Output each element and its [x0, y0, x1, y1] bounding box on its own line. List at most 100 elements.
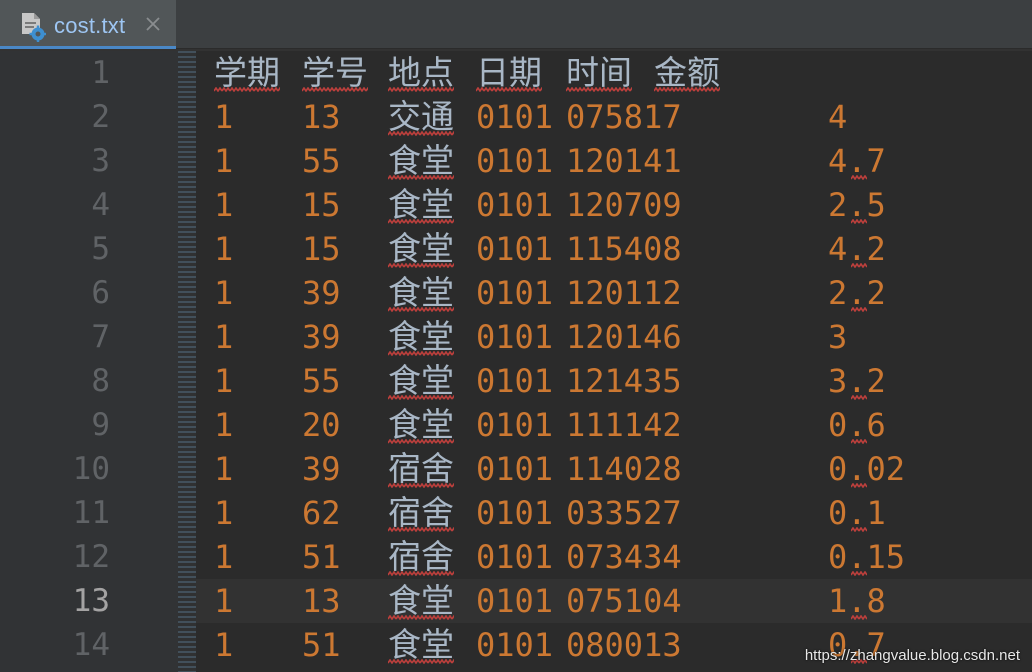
data-cell: 114028	[566, 450, 682, 488]
data-cell: 120146	[566, 318, 682, 356]
data-cell: 1	[214, 142, 234, 180]
spellcheck-underline	[388, 263, 454, 268]
line-number: 4	[91, 187, 110, 223]
data-cell: 1	[214, 186, 234, 224]
spellcheck-underline	[388, 87, 454, 92]
spellcheck-underline	[388, 351, 454, 356]
data-cell: 39	[302, 318, 341, 356]
spellcheck-underline	[851, 439, 868, 444]
data-cell: 075104	[566, 582, 682, 620]
data-cell: 食堂	[388, 317, 454, 356]
data-cell: 1	[214, 450, 234, 488]
spellcheck-underline	[388, 307, 454, 312]
header-cell: 日期	[476, 53, 542, 92]
data-cell: 20	[302, 406, 341, 444]
line-number: 2	[91, 99, 110, 135]
data-cell: 1	[214, 626, 234, 664]
text-line[interactable]: 1 55 食堂 0101 121435 3.2	[196, 359, 1032, 403]
line-number: 1	[91, 55, 110, 91]
line-number: 10	[72, 451, 110, 487]
text-line[interactable]: 1 39 食堂 0101 120146 3	[196, 315, 1032, 359]
spellcheck-underline	[566, 87, 632, 92]
spellcheck-underline	[388, 615, 454, 620]
data-cell: 宿舍	[388, 449, 454, 488]
data-cell: 120709	[566, 186, 682, 224]
data-cell: 15	[302, 186, 341, 224]
data-cell: 0101	[476, 626, 554, 664]
line-number: 14	[72, 627, 110, 663]
data-cell: 55	[302, 362, 341, 400]
data-cell: 0101	[476, 538, 554, 576]
data-cell: 食堂	[388, 405, 454, 444]
data-cell: 033527	[566, 494, 682, 532]
line-number: 3	[91, 143, 110, 179]
data-cell: 121435	[566, 362, 682, 400]
tab-cost-txt[interactable]: cost.txt	[0, 0, 176, 49]
spellcheck-underline	[851, 615, 868, 620]
data-cell: 1	[214, 318, 234, 356]
text-line[interactable]: 1 20 食堂 0101 111142 0.6	[196, 403, 1032, 447]
data-cell: 食堂	[388, 229, 454, 268]
data-cell: 食堂	[388, 273, 454, 312]
spellcheck-underline	[388, 175, 454, 180]
data-cell: 0101	[476, 98, 554, 136]
data-cell: 51	[302, 626, 341, 664]
data-cell: 075817	[566, 98, 682, 136]
spellcheck-underline	[388, 483, 454, 488]
data-cell: 62	[302, 494, 341, 532]
spellcheck-underline	[302, 87, 368, 92]
editor-tab-bar: cost.txt	[0, 0, 1032, 49]
line-number: 13	[72, 583, 110, 619]
data-cell: 39	[302, 450, 341, 488]
data-cell: 15	[302, 230, 341, 268]
text-line[interactable]: 1 15 食堂 0101 120709 2.5	[196, 183, 1032, 227]
data-cell: 1	[214, 362, 234, 400]
spellcheck-underline	[851, 527, 868, 532]
close-icon[interactable]	[144, 15, 162, 33]
data-cell: 1	[214, 98, 234, 136]
text-line[interactable]: 1 13 食堂 0101 075104 1.8	[196, 579, 1032, 623]
data-cell: 0101	[476, 274, 554, 312]
data-cell: 交通	[388, 97, 454, 136]
text-line[interactable]: 1 51 宿舍 0101 073434 0.15	[196, 535, 1032, 579]
spellcheck-underline	[388, 131, 454, 136]
text-line[interactable]: 1 62 宿舍 0101 033527 0.1	[196, 491, 1032, 535]
header-cell: 学号	[302, 53, 368, 92]
line-number: 8	[91, 363, 110, 399]
text-line[interactable]: 1 39 宿舍 0101 114028 0.02	[196, 447, 1032, 491]
data-cell: 1	[214, 230, 234, 268]
data-cell: 1	[214, 274, 234, 312]
spellcheck-underline	[388, 571, 454, 576]
line-number: 12	[72, 539, 110, 575]
text-line[interactable]: 1 13 交通 0101 075817 4	[196, 95, 1032, 139]
line-number: 11	[72, 495, 110, 531]
data-cell: 073434	[566, 538, 682, 576]
header-cell: 金额	[654, 53, 720, 92]
data-cell: 食堂	[388, 361, 454, 400]
text-file-settings-icon	[22, 13, 46, 42]
spellcheck-underline	[388, 219, 454, 224]
data-cell: 13	[302, 582, 341, 620]
text-line[interactable]: 1 55 食堂 0101 120141 4.7	[196, 139, 1032, 183]
spellcheck-underline	[851, 571, 868, 576]
change-marker-strip	[178, 51, 196, 672]
text-line[interactable]: 1 39 食堂 0101 120112 2.2	[196, 271, 1032, 315]
data-cell: 111142	[566, 406, 682, 444]
data-cell: 0101	[476, 318, 554, 356]
spellcheck-underline	[388, 659, 454, 664]
data-cell: 115408	[566, 230, 682, 268]
data-cell: 食堂	[388, 625, 454, 664]
text-line[interactable]: 1 15 食堂 0101 115408 4.2	[196, 227, 1032, 271]
data-cell: 3	[828, 318, 848, 356]
data-cell: 宿舍	[388, 493, 454, 532]
spellcheck-underline	[654, 87, 720, 92]
data-cell: 0101	[476, 494, 554, 532]
spellcheck-underline	[388, 527, 454, 532]
data-cell: 食堂	[388, 185, 454, 224]
data-cell: 51	[302, 538, 341, 576]
spellcheck-underline	[851, 263, 868, 268]
text-line[interactable]: 学期 学号 地点 日期 时间 金额	[196, 51, 1032, 95]
spellcheck-underline	[388, 439, 454, 444]
spellcheck-underline	[476, 87, 542, 92]
spellcheck-underline	[214, 87, 280, 92]
